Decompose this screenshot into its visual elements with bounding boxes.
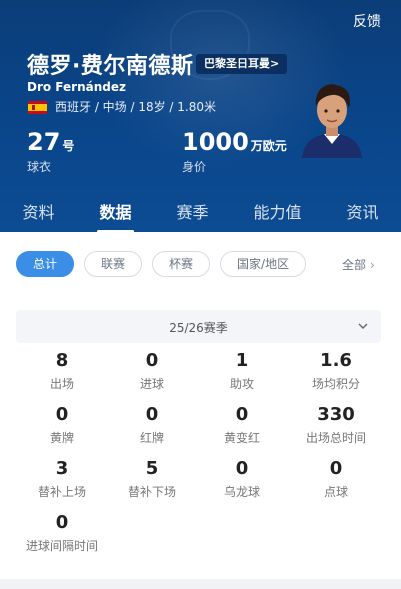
stat-item: 0 点球 <box>286 458 386 500</box>
competition-filters: 总计 联赛 杯赛 国家/地区 <box>16 251 307 277</box>
market-value-caption: 身价 <box>182 160 207 174</box>
stat-item: 1.6 场均积分 <box>286 350 386 392</box>
tab-profile[interactable]: 资料 <box>18 193 58 229</box>
feedback-button[interactable]: 反馈 <box>353 11 381 31</box>
stat-label: 黄牌 <box>49 431 74 445</box>
market-value-block: 1000 万欧元 身价 <box>182 128 287 175</box>
chevron-right-icon: › <box>370 258 375 272</box>
jersey-unit: 号 <box>62 139 75 153</box>
stat-value: 0 <box>235 458 249 479</box>
stat-value: 5 <box>145 458 159 479</box>
filter-national[interactable]: 国家/地区 <box>220 251 307 277</box>
jersey-number: 27 <box>27 128 61 156</box>
stat-label: 乌龙球 <box>223 485 260 499</box>
player-latin-name: Dro Fernández <box>27 80 126 94</box>
stat-label: 助攻 <box>229 377 254 391</box>
player-info-line: 西班牙 / 中场 / 18岁 / 1.80米 <box>55 100 217 114</box>
stat-item: 330 出场总时间 <box>286 404 386 446</box>
stat-item: 0 进球 <box>102 350 202 392</box>
filter-all-label: 全部 <box>342 258 367 272</box>
market-value-unit: 万欧元 <box>250 139 287 153</box>
chevron-down-icon <box>358 323 368 329</box>
filter-cup[interactable]: 杯赛 <box>152 251 211 277</box>
stat-item: 5 替补下场 <box>102 458 202 500</box>
stat-label: 出场总时间 <box>305 431 366 445</box>
stat-value: 3 <box>55 458 69 479</box>
stat-value: 330 <box>317 404 355 425</box>
stat-item: 0 乌龙球 <box>192 458 292 500</box>
spain-flag-icon <box>28 101 47 114</box>
player-name: 德罗·费尔南德斯 <box>27 54 194 79</box>
team-link[interactable]: 巴黎圣日耳曼> <box>196 54 288 74</box>
stat-label: 红牌 <box>139 431 164 445</box>
stat-label: 替补上场 <box>37 485 86 499</box>
stat-label: 场均积分 <box>311 377 360 391</box>
stat-label: 进球间隔时间 <box>25 539 98 553</box>
tab-ratings[interactable]: 能力值 <box>249 193 305 229</box>
market-value: 1000 <box>182 128 249 156</box>
stat-item: 0 进球间隔时间 <box>12 512 112 554</box>
stat-value: 0 <box>145 350 159 371</box>
season-label: 25/26赛季 <box>169 321 228 335</box>
bottom-divider <box>0 579 401 589</box>
stat-value: 0 <box>55 404 69 425</box>
jersey-block: 27 号 球衣 <box>27 128 74 175</box>
season-selector[interactable]: 25/26赛季 <box>16 310 381 343</box>
filter-league[interactable]: 联赛 <box>84 251 143 277</box>
filter-total[interactable]: 总计 <box>16 251 75 277</box>
stat-value: 0 <box>235 404 249 425</box>
stat-value: 1.6 <box>320 350 352 371</box>
stat-label: 进球 <box>139 377 164 391</box>
jersey-caption: 球衣 <box>27 160 52 174</box>
stat-label: 出场 <box>49 377 74 391</box>
stat-value: 0 <box>55 512 69 533</box>
stat-item: 0 黄牌 <box>12 404 112 446</box>
player-avatar <box>302 84 362 158</box>
stat-item: 0 红牌 <box>102 404 202 446</box>
stat-item: 3 替补上场 <box>12 458 112 500</box>
tab-stats[interactable]: 数据 <box>95 193 135 232</box>
stat-value: 8 <box>55 350 69 371</box>
stat-label: 点球 <box>323 485 348 499</box>
tab-news[interactable]: 资讯 <box>342 193 382 229</box>
player-header: 反馈 德罗·费尔南德斯 巴黎圣日耳曼> Dro Fernández 西班牙 / … <box>0 0 401 232</box>
stat-item: 8 出场 <box>12 350 112 392</box>
stat-label: 替补下场 <box>127 485 176 499</box>
stat-item: 0 黄变红 <box>192 404 292 446</box>
filter-all-button[interactable]: 全部 › <box>342 256 375 273</box>
stat-item: 1 助攻 <box>192 350 292 392</box>
stat-value: 0 <box>329 458 343 479</box>
tab-season[interactable]: 赛季 <box>172 193 212 229</box>
stat-value: 0 <box>145 404 159 425</box>
stat-label: 黄变红 <box>223 431 260 445</box>
stat-value: 1 <box>235 350 249 371</box>
player-tabs: 资料 数据 赛季 能力值 资讯 <box>0 190 401 232</box>
